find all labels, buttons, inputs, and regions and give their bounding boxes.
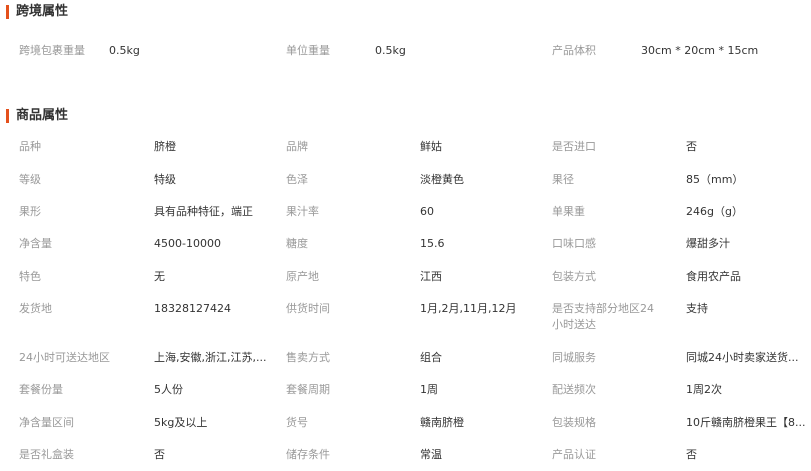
attr-label: 果径: [552, 173, 574, 186]
attr-value: 常温: [420, 448, 442, 461]
attr-value: 否: [686, 448, 697, 461]
attr-label: 货号: [286, 416, 308, 429]
attr-label: 供货时间: [286, 302, 330, 315]
attr-label: 单位重量: [286, 44, 330, 57]
attr-label: 跨境包裹重量: [19, 44, 85, 57]
attr-label: 套餐周期: [286, 383, 330, 396]
section-accent-bar: [6, 5, 9, 19]
attr-value: 脐橙: [154, 140, 176, 153]
attr-value: 15.6: [420, 237, 445, 250]
attr-value: 食用农产品: [686, 270, 741, 283]
attr-label: 包装规格: [552, 416, 596, 429]
attr-label: 储存条件: [286, 448, 330, 461]
attr-value: 85（mm）: [686, 173, 744, 186]
attr-value: 无: [154, 270, 165, 283]
attr-label: 单果重: [552, 205, 585, 218]
attr-value: 4500-10000: [154, 237, 221, 250]
attr-label: 是否支持部分地区24小时送达: [552, 302, 654, 331]
attr-label: 品牌: [286, 140, 308, 153]
attr-value: 30cm * 20cm * 15cm: [641, 44, 759, 57]
attr-label: 色泽: [286, 173, 308, 186]
attr-label: 售卖方式: [286, 351, 330, 364]
attr-value: 5人份: [154, 383, 183, 396]
cross-border-section-title: 跨境属性: [6, 4, 68, 20]
attr-label: 果汁率: [286, 205, 319, 218]
attr-value: 江西: [420, 270, 442, 283]
attr-label: 产品体积: [552, 44, 596, 57]
attr-value: 赣南脐橙: [420, 416, 464, 429]
attr-label: 发货地: [19, 302, 52, 315]
attr-value: 上海,安徽,浙江,江苏,...: [154, 351, 267, 364]
section-accent-bar: [6, 109, 9, 123]
attr-label: 是否进口: [552, 140, 596, 153]
attr-value: 同城24小时卖家送货...: [686, 351, 799, 364]
attr-label: 等级: [19, 173, 41, 186]
attr-label: 口味口感: [552, 237, 596, 250]
attr-label: 净含量区间: [19, 416, 74, 429]
attr-value: 1月,2月,11月,12月: [420, 302, 517, 315]
attr-label: 套餐份量: [19, 383, 63, 396]
attr-value: 淡橙黄色: [420, 173, 464, 186]
attr-value: 特级: [154, 173, 176, 186]
attr-label: 24小时可送达地区: [19, 351, 110, 364]
attr-value: 0.5kg: [375, 44, 406, 57]
attr-value: 18328127424: [154, 302, 231, 315]
attr-value: 246g（g）: [686, 205, 743, 218]
attr-label: 特色: [19, 270, 41, 283]
attr-label: 同城服务: [552, 351, 596, 364]
attr-value: 爆甜多汁: [686, 237, 730, 250]
attr-label: 产品认证: [552, 448, 596, 461]
attr-value: 具有品种特征，端正: [154, 205, 253, 218]
attr-value: 支持: [686, 302, 708, 315]
product-section-title: 商品属性: [6, 108, 68, 124]
attr-label: 包装方式: [552, 270, 596, 283]
attr-value: 否: [154, 448, 165, 461]
attr-label: 原产地: [286, 270, 319, 283]
attr-label: 果形: [19, 205, 41, 218]
attr-label: 是否礼盒装: [19, 448, 74, 461]
attr-value: 10斤赣南脐橙果王【8...: [686, 416, 806, 429]
attr-label: 糖度: [286, 237, 308, 250]
attr-value: 60: [420, 205, 434, 218]
attr-value: 0.5kg: [109, 44, 140, 57]
attr-value: 鲜姑: [420, 140, 442, 153]
attr-label: 净含量: [19, 237, 52, 250]
attr-label: 品种: [19, 140, 41, 153]
cross-border-title: 跨境属性: [16, 4, 69, 19]
product-title: 商品属性: [16, 108, 69, 123]
attr-value: 1周: [420, 383, 438, 396]
attr-label: 配送频次: [552, 383, 596, 396]
attr-value: 组合: [420, 351, 442, 364]
attr-value: 5kg及以上: [154, 416, 208, 429]
attr-value: 否: [686, 140, 697, 153]
attr-value: 1周2次: [686, 383, 722, 396]
